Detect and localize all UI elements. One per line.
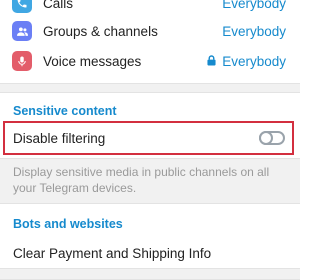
privacy-row-value[interactable]: Everybody xyxy=(222,0,286,11)
clear-payment-label: Clear Payment and Shipping Info xyxy=(13,245,212,261)
privacy-value-text: Everybody xyxy=(222,0,286,11)
privacy-row-groups[interactable]: Groups & channels Everybody xyxy=(0,14,300,48)
privacy-row-value[interactable]: Everybody xyxy=(207,54,286,69)
microphone-icon xyxy=(12,51,32,71)
privacy-value-text: Everybody xyxy=(222,53,286,69)
privacy-row-label: Voice messages xyxy=(43,53,142,69)
privacy-row-label: Calls xyxy=(43,0,74,11)
highlight-box xyxy=(3,121,294,155)
section-divider xyxy=(0,83,300,93)
sensitive-content-description: Display sensitive media in public channe… xyxy=(13,165,270,195)
section-divider xyxy=(0,268,300,280)
privacy-row-voice-messages[interactable]: Voice messages Everybody xyxy=(0,44,300,78)
lock-icon xyxy=(207,54,216,69)
privacy-row-value[interactable]: Everybody xyxy=(222,24,286,39)
privacy-value-text: Everybody xyxy=(222,23,286,39)
group-icon xyxy=(12,21,32,41)
privacy-row-label: Groups & channels xyxy=(43,23,158,39)
clear-payment-row[interactable]: Clear Payment and Shipping Info xyxy=(0,236,300,270)
section-header-bots-and-websites: Bots and websites xyxy=(13,217,123,231)
phone-icon xyxy=(12,0,32,13)
section-header-sensitive-content: Sensitive content xyxy=(13,104,117,118)
